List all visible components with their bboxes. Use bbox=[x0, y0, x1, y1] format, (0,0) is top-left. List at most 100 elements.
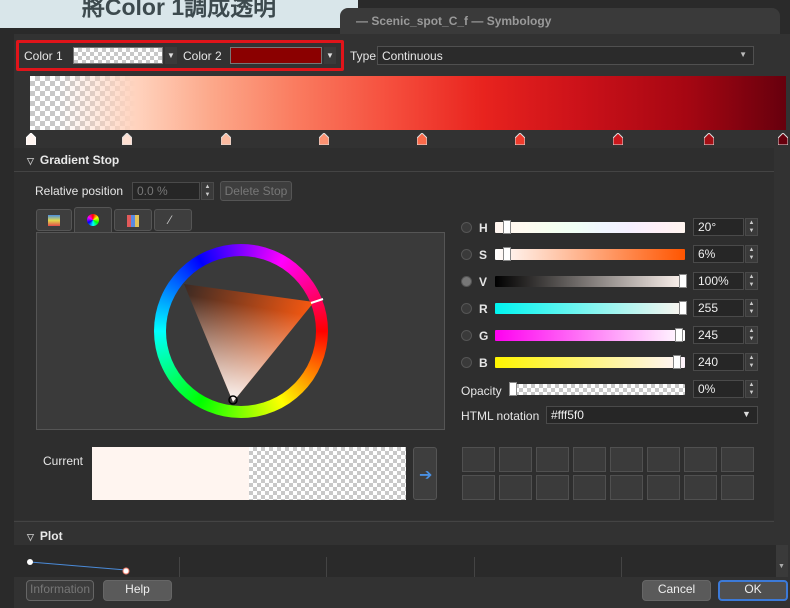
swatch-slot[interactable] bbox=[610, 475, 643, 500]
plot-area[interactable] bbox=[14, 545, 776, 577]
scrollbar[interactable]: ▼ bbox=[776, 545, 788, 577]
html-notation-dropdown-icon[interactable]: ▼ bbox=[742, 409, 751, 419]
tab-sampler[interactable]: ⁄ bbox=[154, 209, 192, 231]
swatch-slot[interactable] bbox=[499, 447, 532, 472]
html-notation-input[interactable]: #fff5f0 bbox=[546, 406, 758, 424]
collapse-triangle-icon: ▽ bbox=[27, 532, 34, 542]
s-spinner[interactable]: ▲ ▼ bbox=[745, 245, 758, 263]
opacity-value[interactable]: 0% bbox=[693, 380, 744, 398]
gradient-stop-marker[interactable] bbox=[703, 132, 715, 146]
saturation-value-triangle[interactable] bbox=[154, 244, 328, 418]
swatch-slot[interactable] bbox=[573, 475, 606, 500]
r-slider-handle[interactable] bbox=[679, 301, 687, 315]
channel-label-h: H bbox=[479, 221, 488, 235]
help-button[interactable]: Help bbox=[103, 580, 172, 601]
b-slider[interactable] bbox=[495, 357, 685, 368]
gradient-stop-marker[interactable] bbox=[416, 132, 428, 146]
html-notation-label: HTML notation bbox=[461, 409, 540, 423]
plot-header[interactable]: ▽ Plot bbox=[27, 529, 63, 543]
b-slider-handle[interactable] bbox=[673, 355, 681, 369]
gradient-stop-marker[interactable] bbox=[121, 132, 133, 146]
gradient-stop-header[interactable]: ▽ Gradient Stop bbox=[27, 153, 119, 167]
plot-gridline bbox=[621, 557, 622, 577]
swatch-slot[interactable] bbox=[721, 447, 754, 472]
plot-gridline bbox=[474, 557, 475, 577]
swatch-slot[interactable] bbox=[573, 447, 606, 472]
gradient-stop-marker[interactable] bbox=[612, 132, 624, 146]
ok-button[interactable]: OK bbox=[718, 580, 788, 601]
v-value[interactable]: 100% bbox=[693, 272, 744, 290]
type-label: Type bbox=[350, 49, 377, 63]
swatch-slot[interactable] bbox=[536, 475, 569, 500]
swatch-slot[interactable] bbox=[684, 475, 717, 500]
highlight-box bbox=[16, 40, 344, 71]
radio-g[interactable] bbox=[461, 330, 472, 341]
gradient-stop-marker[interactable] bbox=[25, 132, 37, 146]
radio-s[interactable] bbox=[461, 249, 472, 260]
tab-swatches[interactable] bbox=[114, 209, 152, 231]
collapse-triangle-icon: ▽ bbox=[27, 156, 34, 166]
g-slider-handle[interactable] bbox=[675, 328, 683, 342]
g-slider[interactable] bbox=[495, 330, 685, 341]
g-value[interactable]: 245 bbox=[693, 326, 744, 344]
h-spinner[interactable]: ▲ ▼ bbox=[745, 218, 758, 236]
s-slider-handle[interactable] bbox=[503, 247, 511, 261]
radio-v[interactable] bbox=[461, 276, 472, 287]
add-to-swatch-button[interactable]: ➔ bbox=[413, 447, 437, 500]
arrow-right-icon: ➔ bbox=[419, 467, 433, 484]
r-value[interactable]: 255 bbox=[693, 299, 744, 317]
radio-h[interactable] bbox=[461, 222, 472, 233]
type-select[interactable]: Continuous ▼ bbox=[377, 46, 754, 65]
gradient-stop-marker[interactable] bbox=[318, 132, 330, 146]
caption-banner: 將Color 1調成透明 bbox=[0, 0, 358, 28]
delete-stop-button[interactable]: Delete Stop bbox=[220, 181, 292, 201]
scroll-down-icon[interactable]: ▼ bbox=[778, 563, 785, 570]
swatch-slot[interactable] bbox=[721, 475, 754, 500]
relative-position-spinner[interactable]: ▲ ▼ bbox=[201, 182, 214, 200]
swatch-slot[interactable] bbox=[462, 475, 495, 500]
swatch-slot[interactable] bbox=[647, 447, 680, 472]
opacity-slider-handle[interactable] bbox=[509, 382, 517, 396]
r-spinner[interactable]: ▲ ▼ bbox=[745, 299, 758, 317]
opacity-label: Opacity bbox=[461, 384, 502, 398]
plot-gridline bbox=[326, 557, 327, 577]
caption-text: 將Color 1調成透明 bbox=[81, 0, 277, 20]
tab-color-ramp[interactable] bbox=[36, 209, 72, 231]
radio-r[interactable] bbox=[461, 303, 472, 314]
plot-curve bbox=[27, 559, 130, 575]
opacity-spinner[interactable]: ▲ ▼ bbox=[745, 380, 758, 398]
gradient-stop-marker[interactable] bbox=[777, 132, 789, 146]
v-slider-handle[interactable] bbox=[679, 274, 687, 288]
v-spinner[interactable]: ▲ ▼ bbox=[745, 272, 758, 290]
h-value[interactable]: 20° bbox=[693, 218, 744, 236]
relative-position-label: Relative position bbox=[35, 184, 124, 198]
tab-color-wheel[interactable] bbox=[74, 207, 112, 233]
s-slider[interactable] bbox=[495, 249, 685, 260]
swatch-slot[interactable] bbox=[536, 447, 569, 472]
h-slider[interactable] bbox=[495, 222, 685, 233]
swatch-slot[interactable] bbox=[684, 447, 717, 472]
gradient-preview[interactable] bbox=[30, 76, 786, 130]
gradient-stop-marker[interactable] bbox=[514, 132, 526, 146]
opacity-slider[interactable] bbox=[511, 384, 685, 395]
relative-position-input[interactable]: 0.0 % bbox=[132, 182, 200, 200]
b-value[interactable]: 240 bbox=[693, 353, 744, 371]
g-spinner[interactable]: ▲ ▼ bbox=[745, 326, 758, 344]
swatch-slot[interactable] bbox=[647, 475, 680, 500]
swatch-slot[interactable] bbox=[462, 447, 495, 472]
gradient-stop-marker[interactable] bbox=[220, 132, 232, 146]
swatch-slot[interactable] bbox=[499, 475, 532, 500]
radio-b[interactable] bbox=[461, 357, 472, 368]
cancel-button[interactable]: Cancel bbox=[642, 580, 711, 601]
plot-title: Plot bbox=[39, 529, 63, 543]
swatch-slot[interactable] bbox=[610, 447, 643, 472]
color-ramp-icon bbox=[48, 215, 60, 226]
b-spinner[interactable]: ▲ ▼ bbox=[745, 353, 758, 371]
h-slider-handle[interactable] bbox=[503, 220, 511, 234]
r-slider[interactable] bbox=[495, 303, 685, 314]
s-value[interactable]: 6% bbox=[693, 245, 744, 263]
current-color-solid bbox=[92, 447, 249, 500]
v-slider[interactable] bbox=[495, 276, 685, 287]
information-button[interactable]: Information bbox=[26, 580, 94, 601]
swatch-grid-icon bbox=[127, 215, 139, 227]
